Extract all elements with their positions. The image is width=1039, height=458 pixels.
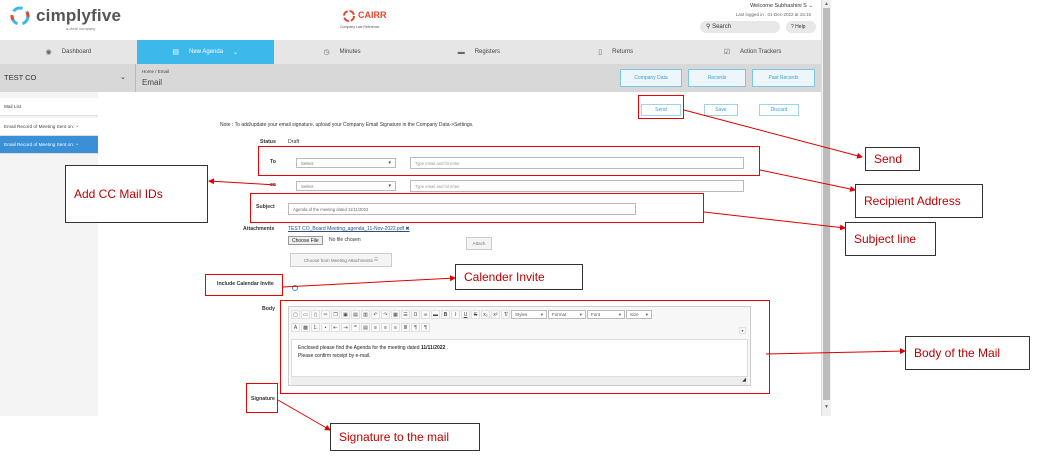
logo-text: cimplyfive (36, 6, 122, 25)
welcome-user[interactable]: Welcome Subhashini S ⌄ (750, 3, 813, 9)
calendar-highlight (205, 274, 283, 296)
agenda-icon: ▤ (172, 49, 180, 56)
checklist-icon: ☑ (723, 49, 731, 56)
choose-meeting-attachments-button[interactable]: Choose from Meeting Attachments ☰ (290, 253, 392, 267)
body-highlight (280, 300, 770, 394)
help-label: Help (795, 24, 806, 30)
callout-subject: Subject line (845, 222, 936, 256)
help-icon: ? (791, 24, 794, 30)
signature-highlight (246, 383, 278, 413)
nav-returns[interactable]: ▯ Returns (547, 40, 684, 64)
cc-label: cc (270, 182, 276, 188)
sidebar-item-mail-list[interactable]: Mail List (0, 98, 98, 116)
body-label: Body (262, 306, 275, 312)
company-selector[interactable]: TEST CO (4, 73, 36, 82)
nav-label: New Agenda (189, 49, 224, 55)
scroll-down-icon[interactable]: ▼ (824, 404, 829, 410)
help-button[interactable]: ? Help (786, 21, 816, 33)
header: cimplyfive a clear company CAIRR Company… (0, 0, 821, 40)
list-icon: ☰ (374, 257, 379, 262)
sidebar-item-email-record-active[interactable]: Email Record of Meeting Sent on: ◔ (0, 136, 98, 154)
cimplyfive-logo[interactable]: cimplyfive a clear company (8, 4, 128, 34)
nav-minutes[interactable]: ◷ Minutes (274, 40, 411, 64)
scrollbar-thumb[interactable] (823, 8, 830, 400)
divider (135, 64, 136, 92)
no-file-text: No file chosen (329, 237, 361, 243)
caret-down-icon: ▾ (388, 183, 391, 189)
choose-file-button[interactable]: Choose File (288, 236, 323, 245)
attachments-label: Attachments (243, 226, 275, 232)
chevron-down-icon[interactable]: ⌄ (120, 73, 126, 81)
vertical-scrollbar[interactable]: ▲ ▼ (821, 0, 831, 416)
status-label: Status (260, 139, 276, 145)
page-title: Email (142, 78, 163, 87)
cairr-text: CAIRR (358, 10, 387, 20)
callout-cc: Add CC Mail IDs (65, 165, 208, 223)
sub-header: TEST CO ⌄ Home / Email Email Company Dat… (0, 64, 821, 92)
chevron-down-icon: ⌄ (808, 3, 813, 9)
button-label: Choose from Meeting Attachments (303, 257, 373, 263)
recipient-highlight (258, 146, 760, 176)
callout-send: Send (865, 147, 920, 171)
clock-icon: ◔ (75, 124, 79, 129)
attach-button[interactable]: Attach (466, 237, 492, 250)
clock-icon: ◔ (75, 142, 79, 147)
nav-dashboard[interactable]: ◉ Dashboard (0, 40, 137, 64)
status-value: Draft (288, 139, 300, 145)
nav-new-agenda[interactable]: ▤ New Agenda ⌄ (136, 40, 274, 64)
nav-action-trackers[interactable]: ☑ Action Trackers (684, 40, 821, 64)
callout-signature: Signature to the mail (330, 423, 480, 451)
select-text: Select (301, 184, 314, 189)
records-button[interactable]: Records (688, 69, 746, 87)
welcome-text: Welcome Subhashini S (750, 3, 807, 9)
clock-icon: ◷ (323, 49, 330, 56)
cc-select[interactable]: Select ▾ (296, 181, 396, 191)
signature-note: Note : To add/update your email signatur… (220, 122, 474, 128)
callout-recipient: Recipient Address (855, 184, 983, 218)
logo-subtext: a clear company (66, 26, 96, 31)
cairr-subtext: Company Law Reference (340, 25, 380, 29)
breadcrumb[interactable]: Home / Email (142, 69, 169, 74)
nav-label: Returns (612, 49, 634, 55)
scroll-up-icon[interactable]: ▲ (824, 1, 829, 7)
cimplyfive-logo-icon (10, 6, 30, 26)
main-nav: ◉ Dashboard ▤ New Agenda ⌄ ◷ Minutes ▬ Regist… (0, 40, 821, 64)
save-button[interactable]: Save (704, 104, 738, 116)
mail-sidebar: Mail List Email Record of Meeting Sent o… (0, 92, 98, 416)
search-input[interactable]: ⚲ Search (700, 21, 780, 33)
company-data-button[interactable]: Company Data (620, 69, 682, 87)
document-icon: ▯ (598, 49, 603, 56)
send-highlight (638, 95, 684, 119)
dashboard-icon: ◉ (45, 49, 52, 56)
nav-label: Action Trackers (740, 49, 782, 55)
discard-button[interactable]: Discard (759, 104, 799, 116)
search-icon: ⚲ (706, 24, 711, 30)
search-label: Search (712, 24, 732, 30)
last-logged-in: Last logged in : 01-Dec-2022 at 15:15 (735, 12, 811, 17)
sidebar-item-label: Email Record of Meeting Sent on: (4, 142, 75, 147)
subject-highlight (250, 193, 704, 223)
nav-label: Registers (474, 49, 501, 55)
attachment-file-link[interactable]: TEST CO_Board Meeting_agenda_11-Nov-2022… (288, 226, 410, 232)
callout-calendar: Calender Invite (455, 264, 583, 290)
callout-body: Body of the Mail (905, 336, 1030, 370)
cairr-icon (343, 10, 355, 22)
calendar-invite-radio[interactable] (292, 285, 298, 291)
cc-email-input[interactable]: Type email and hit enter (410, 180, 744, 192)
attachment-file-name: TEST CO_Board Meeting_agenda_11-Nov-2022… (288, 226, 404, 232)
folder-icon: ▬ (457, 48, 465, 56)
nav-registers[interactable]: ▬ Registers (410, 40, 547, 64)
nav-label: Minutes (339, 49, 361, 55)
close-icon[interactable]: ✖ (405, 226, 409, 232)
action-bar: Send Save Discard (100, 98, 821, 118)
chevron-down-icon: ⌄ (233, 49, 239, 56)
sidebar-item-label: Email Record of Meeting Sent on: (4, 124, 75, 129)
sidebar-item-email-record[interactable]: Email Record of Meeting Sent on: ◔ (0, 118, 98, 136)
past-records-button[interactable]: Past Records (752, 69, 815, 87)
nav-label: Dashboard (61, 49, 92, 55)
cairr-logo[interactable]: CAIRR Company Law Reference (340, 9, 392, 33)
